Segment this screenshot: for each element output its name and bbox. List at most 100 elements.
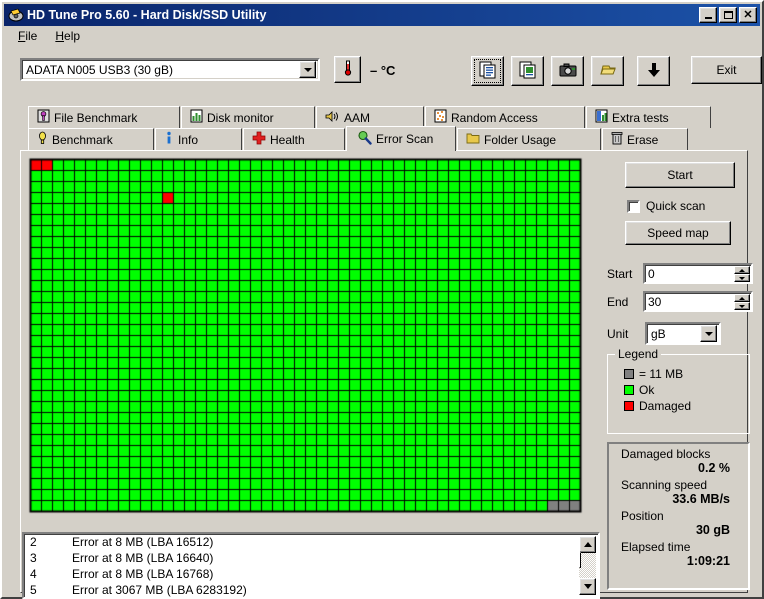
copy-image-icon bbox=[519, 61, 537, 82]
tab-disk-monitor[interactable]: Disk monitor bbox=[181, 106, 315, 128]
start-input[interactable]: 0 bbox=[643, 263, 753, 284]
tab-extra-tests[interactable]: Extra tests bbox=[586, 106, 711, 128]
legend-swatch-green bbox=[624, 385, 634, 395]
drive-selector[interactable]: ADATA N005 USB3 (30 gB) bbox=[20, 58, 320, 81]
tab-health[interactable]: Health bbox=[243, 128, 345, 150]
legend-group: Legend = 11 MB Ok Damaged bbox=[607, 347, 750, 434]
copy-icon bbox=[479, 61, 497, 82]
unit-selector[interactable]: gB bbox=[645, 322, 721, 345]
quick-scan-row[interactable]: Quick scan bbox=[627, 199, 705, 213]
start-field-label: Start bbox=[607, 266, 633, 281]
end-stepper-down[interactable] bbox=[734, 302, 750, 310]
scroll-down-button[interactable] bbox=[579, 578, 596, 595]
list-item-number: 2 bbox=[30, 535, 37, 549]
error-map-canvas[interactable] bbox=[28, 157, 586, 519]
error-log-list[interactable]: 2 Error at 8 MB (LBA 16512) 3 Error at 8… bbox=[22, 532, 600, 599]
error-log-scrollbar[interactable] bbox=[579, 536, 596, 595]
tab-label: Erase bbox=[627, 132, 659, 147]
folder-button[interactable] bbox=[591, 56, 624, 86]
quick-scan-checkbox[interactable] bbox=[627, 199, 640, 213]
tab-label: Disk monitor bbox=[207, 110, 274, 125]
triangle-up-icon bbox=[739, 296, 745, 300]
end-input-value: 30 bbox=[648, 294, 662, 309]
extra-tests-icon bbox=[595, 109, 608, 126]
arrow-glyph bbox=[704, 331, 713, 336]
temperature-button[interactable] bbox=[334, 56, 361, 83]
tab-label: File Benchmark bbox=[54, 110, 138, 125]
close-button[interactable]: ✕ bbox=[739, 7, 757, 23]
window-buttons: ✕ bbox=[699, 7, 758, 23]
folder-icon bbox=[599, 62, 617, 81]
menu-bar: File Help bbox=[4, 26, 760, 46]
stat-value-scanning-speed: 33.6 MB/s bbox=[672, 492, 730, 506]
legend-title: Legend bbox=[615, 347, 662, 361]
title-bar: HD Tune Pro 5.60 - Hard Disk/SSD Utility… bbox=[4, 4, 760, 26]
triangle-down-icon bbox=[739, 304, 745, 308]
legend-swatch-red bbox=[624, 401, 634, 411]
chevron-down-icon[interactable] bbox=[700, 325, 717, 342]
start-button[interactable]: Start bbox=[625, 162, 735, 188]
info-icon bbox=[164, 131, 174, 148]
tab-label: Random Access bbox=[451, 110, 538, 125]
end-field-label: End bbox=[607, 294, 629, 309]
folder-usage-icon bbox=[466, 132, 480, 148]
start-stepper[interactable] bbox=[734, 266, 750, 282]
tab-file-benchmark[interactable]: File Benchmark bbox=[28, 106, 180, 128]
list-item[interactable]: 3 Error at 8 MB (LBA 16640) bbox=[24, 550, 598, 566]
speed-map-button[interactable]: Speed map bbox=[625, 221, 731, 245]
start-input-value: 0 bbox=[648, 266, 655, 281]
unit-row: Unit gB bbox=[607, 322, 721, 345]
quick-scan-label: Quick scan bbox=[646, 199, 706, 213]
start-stepper-up[interactable] bbox=[734, 266, 750, 274]
triangle-up-icon bbox=[739, 268, 745, 272]
temperature-value: – °C bbox=[370, 63, 396, 78]
copy-image-button[interactable] bbox=[511, 56, 544, 86]
tab-aam[interactable]: AAM bbox=[316, 106, 424, 128]
start-stepper-down[interactable] bbox=[734, 274, 750, 282]
end-stepper[interactable] bbox=[734, 294, 750, 310]
exit-button[interactable]: Exit bbox=[691, 56, 762, 84]
error-map[interactable] bbox=[28, 157, 586, 519]
tab-erase[interactable]: Erase bbox=[602, 128, 688, 150]
end-stepper-up[interactable] bbox=[734, 294, 750, 302]
close-icon: ✕ bbox=[743, 8, 753, 21]
tab-label: Health bbox=[270, 132, 305, 147]
tab-row-primary: Benchmark Info Health Error Scan Folder … bbox=[28, 126, 689, 151]
tab-folder-usage[interactable]: Folder Usage bbox=[457, 128, 601, 150]
stat-label-scanning-speed: Scanning speed bbox=[621, 478, 708, 492]
download-button[interactable] bbox=[637, 56, 670, 86]
stat-label-elapsed-time: Elapsed time bbox=[621, 540, 691, 554]
tab-row-secondary: File Benchmark Disk monitor AAM Random A… bbox=[28, 106, 712, 128]
chevron-down-icon[interactable] bbox=[299, 61, 316, 78]
list-item[interactable]: 2 Error at 8 MB (LBA 16512) bbox=[24, 534, 598, 550]
scroll-up-button[interactable] bbox=[579, 536, 596, 553]
maximize-icon bbox=[723, 11, 733, 19]
menu-item-help[interactable]: Help bbox=[47, 27, 88, 45]
screenshot-button[interactable] bbox=[551, 56, 584, 86]
benchmark-icon bbox=[37, 131, 48, 148]
triangle-down-icon bbox=[739, 276, 745, 280]
scrollbar-track[interactable] bbox=[579, 552, 596, 578]
end-input[interactable]: 30 bbox=[643, 291, 753, 312]
random-access-icon bbox=[434, 109, 447, 126]
tab-error-scan[interactable]: Error Scan bbox=[346, 126, 456, 151]
tab-info[interactable]: Info bbox=[155, 128, 242, 150]
list-item[interactable]: 4 Error at 8 MB (LBA 16768) bbox=[24, 566, 598, 582]
tab-random-access[interactable]: Random Access bbox=[425, 106, 585, 128]
stat-value-damaged-blocks: 0.2 % bbox=[698, 461, 730, 475]
menu-item-file[interactable]: File bbox=[10, 27, 45, 45]
maximize-button[interactable] bbox=[719, 7, 737, 23]
minimize-button[interactable] bbox=[699, 7, 717, 23]
tab-benchmark[interactable]: Benchmark bbox=[28, 128, 154, 150]
scrollbar-thumb[interactable] bbox=[579, 552, 581, 568]
legend-item-block-size: = 11 MB bbox=[624, 367, 749, 381]
copy-button[interactable] bbox=[471, 56, 504, 86]
magnifier-icon bbox=[357, 130, 372, 148]
speaker-icon bbox=[325, 110, 340, 126]
download-arrow-icon bbox=[647, 62, 661, 81]
tab-label: Error Scan bbox=[376, 132, 434, 146]
hdtune-window: HD Tune Pro 5.60 - Hard Disk/SSD Utility… bbox=[0, 0, 764, 599]
list-item[interactable]: 5 Error at 3067 MB (LBA 6283192) bbox=[24, 582, 598, 597]
tab-label: Benchmark bbox=[52, 132, 113, 147]
list-item-text: Error at 8 MB (LBA 16512) bbox=[72, 535, 214, 549]
